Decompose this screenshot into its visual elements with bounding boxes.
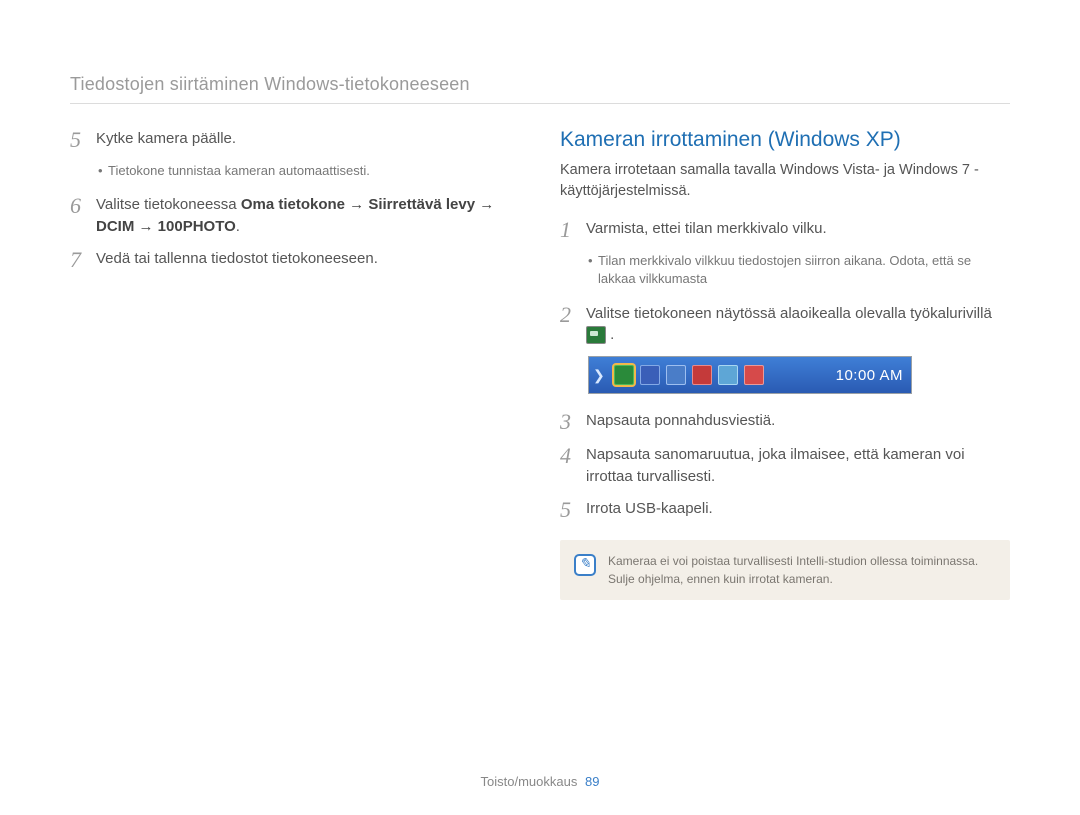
step-number: 1 <box>560 218 586 242</box>
page-header: Tiedostojen siirtäminen Windows-tietokon… <box>70 74 1010 95</box>
step-text: Vedä tai tallenna tiedostot tietokoneese… <box>96 248 378 270</box>
antivirus-icon[interactable] <box>718 365 738 385</box>
note-box: ✎ Kameraa ei voi poistaa turvallisesti I… <box>560 540 1010 600</box>
step-number: 5 <box>70 128 96 152</box>
manual-page: Tiedostojen siirtäminen Windows-tietokon… <box>0 0 1080 815</box>
step-text: Napsauta sanomaruutua, joka ilmaisee, et… <box>586 444 1010 488</box>
bullet-dot: • <box>588 252 598 270</box>
r-step-1-sub: • Tilan merkkivalo vilkkuu tiedostojen s… <box>560 252 1010 288</box>
left-column: 5 Kytke kamera päälle. • Tietokone tunni… <box>70 128 520 600</box>
section-heading: Kameran irrottaminen (Windows XP) <box>560 128 1010 152</box>
r-step-3: 3 Napsauta ponnahdusviestiä. <box>560 410 1010 434</box>
step-number: 7 <box>70 248 96 272</box>
sub-text: Tilan merkkivalo vilkkuu tiedostojen sii… <box>598 252 1010 288</box>
bullet-dot: • <box>98 162 108 180</box>
step-7: 7 Vedä tai tallenna tiedostot tietokonee… <box>70 248 520 272</box>
step-text: Irrota USB-kaapeli. <box>586 498 713 520</box>
header-divider <box>70 103 1010 104</box>
r-step-4: 4 Napsauta sanomaruutua, joka ilmaisee, … <box>560 444 1010 488</box>
step6-suffix: . <box>236 218 240 235</box>
taskbar-clock: 10:00 AM <box>836 367 903 384</box>
step-number: 6 <box>70 194 96 218</box>
volume-icon[interactable] <box>692 365 712 385</box>
step-text: Varmista, ettei tilan merkkivalo vilku. <box>586 218 827 240</box>
step6-prefix: Valitse tietokoneessa <box>96 196 241 213</box>
section-intro: Kamera irrotetaan samalla tavalla Window… <box>560 160 1010 202</box>
note-icon: ✎ <box>574 554 596 576</box>
safely-remove-hardware-icon[interactable] <box>614 365 634 385</box>
network-icon[interactable] <box>666 365 686 385</box>
step-text: Valitse tietokoneen näytössä alaoikealla… <box>586 303 1010 347</box>
page-number: 89 <box>585 774 599 789</box>
note-text: Kameraa ei voi poistaa turvallisesti Int… <box>608 552 996 588</box>
r-step2-text-b: . <box>606 326 614 343</box>
step-number: 4 <box>560 444 586 468</box>
footer-section: Toisto/muokkaus <box>481 774 578 789</box>
step-text: Kytke kamera päälle. <box>96 128 236 150</box>
step-5-sub: • Tietokone tunnistaa kameran automaatti… <box>70 162 520 180</box>
sub-text: Tietokone tunnistaa kameran automaattise… <box>108 162 370 180</box>
safely-remove-hardware-icon <box>586 326 606 344</box>
r-step-2: 2 Valitse tietokoneen näytössä alaoikeal… <box>560 303 1010 347</box>
step-6: 6 Valitse tietokoneessa Oma tietokone → … <box>70 194 520 238</box>
r-step-1: 1 Varmista, ettei tilan merkkivalo vilku… <box>560 218 1010 242</box>
step-number: 2 <box>560 303 586 327</box>
step-text: Valitse tietokoneessa Oma tietokone → Si… <box>96 194 520 238</box>
step-5: 5 Kytke kamera päälle. <box>70 128 520 152</box>
page-footer: Toisto/muokkaus 89 <box>0 774 1080 789</box>
step-number: 5 <box>560 498 586 522</box>
tray-expand-icon: ❯ <box>593 367 605 384</box>
right-column: Kameran irrottaminen (Windows XP) Kamera… <box>560 128 1010 600</box>
step-text: Napsauta ponnahdusviestiä. <box>586 410 775 432</box>
r-step-5: 5 Irrota USB-kaapeli. <box>560 498 1010 522</box>
content-columns: 5 Kytke kamera päälle. • Tietokone tunni… <box>70 128 1010 600</box>
device-icon[interactable] <box>640 365 660 385</box>
alert-icon[interactable] <box>744 365 764 385</box>
windows-taskbar-tray: ❯ 10:00 AM <box>588 356 912 394</box>
r-step2-text-a: Valitse tietokoneen näytössä alaoikealla… <box>586 305 992 322</box>
step-number: 3 <box>560 410 586 434</box>
